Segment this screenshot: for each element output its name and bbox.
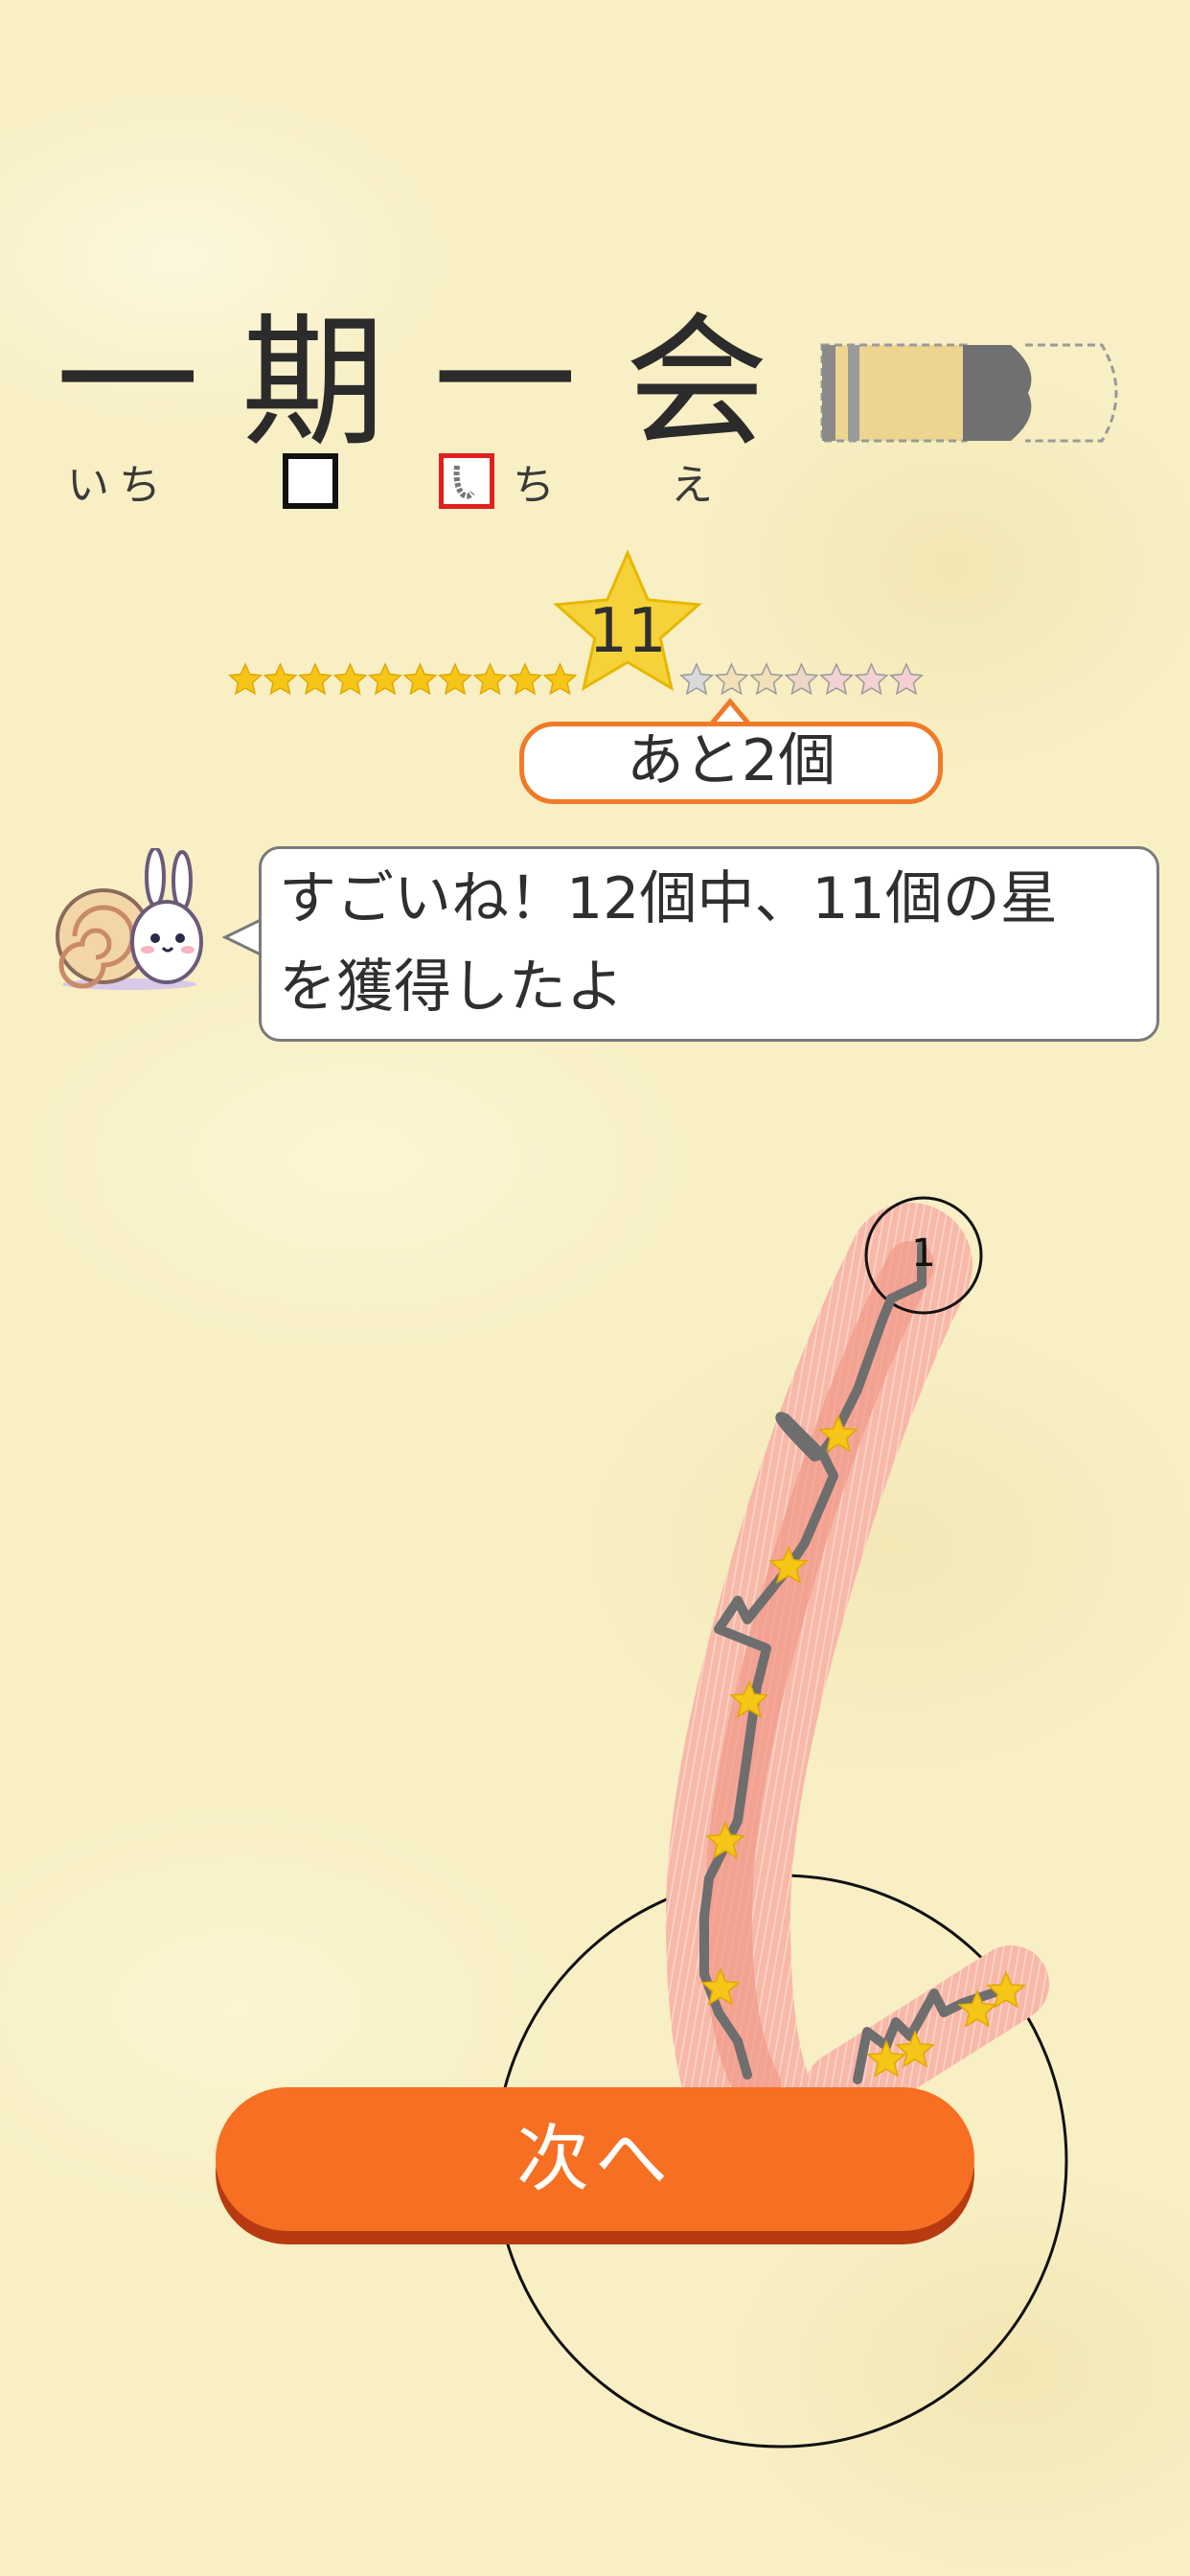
earned-star-icon — [332, 662, 368, 696]
kanji-ki: 期 — [241, 300, 386, 467]
earned-star-icon — [368, 662, 402, 696]
reading-chi: ち — [513, 461, 564, 510]
unearned-star-icon — [679, 662, 714, 696]
unearned-star-icon — [819, 662, 854, 696]
unearned-star-icon — [749, 662, 784, 696]
earned-star-icon — [438, 662, 472, 696]
reading-current-box — [439, 453, 494, 509]
reading-ichi: いち — [67, 461, 171, 510]
earned-star-icon — [542, 662, 578, 696]
unearned-star-icon — [784, 662, 819, 696]
remaining-stars-label: あと2個 — [519, 722, 943, 804]
unearned-star-icon — [889, 662, 924, 696]
stars-earned-count: 11 — [588, 596, 667, 667]
stroke-canvas — [493, 1196, 1068, 2449]
snail-bunny-mascot-icon — [56, 848, 203, 990]
handwritten-stroke-icon — [453, 465, 475, 499]
earned-star-icon — [508, 662, 542, 696]
unearned-star-icon — [714, 662, 749, 696]
message-line-2: を獲得したよ — [279, 954, 624, 1021]
earned-star-icon — [402, 662, 438, 696]
kanji-e: 会 — [625, 300, 769, 467]
pencil-icon — [820, 343, 1118, 443]
message-line-1: すごいね！12個中、11個の星 — [279, 865, 1058, 932]
bubble-tail — [222, 918, 262, 956]
result-message-bubble: すごいね！12個中、11個の星 を獲得したよ — [259, 846, 1159, 1042]
unearned-star-icon — [854, 662, 889, 696]
earned-star-icon — [298, 662, 332, 696]
kanji-ichi-1: 一 — [56, 300, 200, 467]
reading-blank-box — [283, 453, 338, 509]
stroke-start-number: 1 — [911, 1231, 936, 1276]
earned-star-icon — [263, 662, 298, 696]
earned-star-icon — [228, 662, 263, 696]
reading-e: え — [671, 461, 722, 510]
next-button[interactable]: 次へ — [216, 2087, 974, 2231]
kanji-ichi-2: 一 — [433, 300, 578, 467]
earned-star-icon — [472, 662, 508, 696]
